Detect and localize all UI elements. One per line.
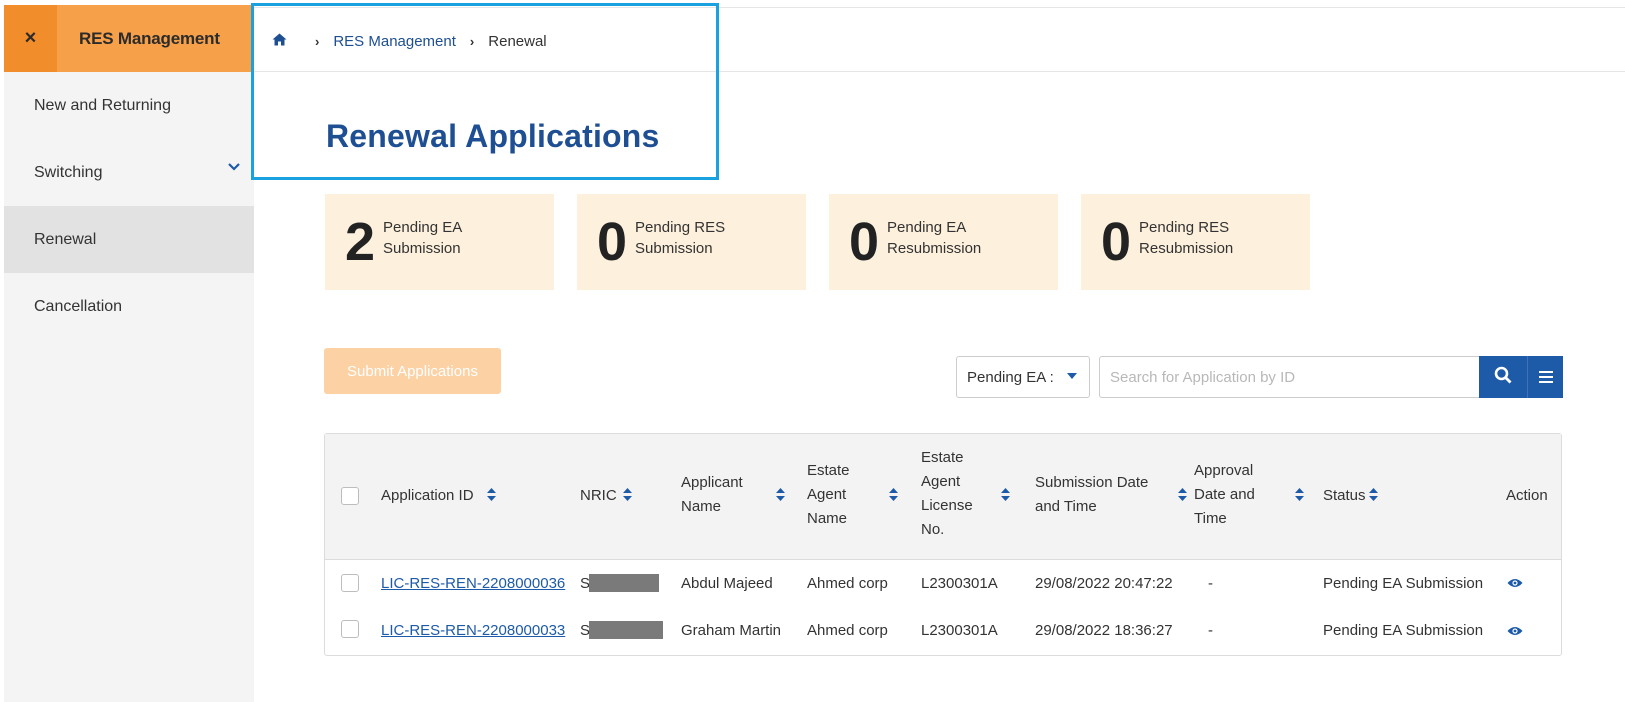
sort-icon[interactable] <box>487 488 496 504</box>
header-line: Date and <box>1194 486 1255 503</box>
search-button[interactable] <box>1479 356 1527 398</box>
approval-date-cell: - <box>1208 622 1213 639</box>
row-checkbox[interactable] <box>341 620 359 638</box>
sidebar-item-label: Switching <box>34 163 103 181</box>
header-line: License <box>921 497 973 514</box>
stat-label: Pending EA Resubmission <box>887 217 981 259</box>
column-header-submission-date[interactable]: Submission Date and Time <box>1035 471 1148 519</box>
stat-count: 0 <box>1101 212 1132 272</box>
stat-label-line1: Pending RES <box>635 219 726 236</box>
application-id-link[interactable]: LIC-RES-REN-2208000033 <box>381 622 565 639</box>
header-line: Name <box>681 498 722 515</box>
submit-applications-button[interactable]: Submit Applications <box>324 348 501 394</box>
header-line: Applicant <box>681 474 743 491</box>
applications-table: Application ID NRIC Applicant Name Estate… <box>324 433 1562 656</box>
sidebar-item-cancellation[interactable]: Cancellation <box>4 273 254 340</box>
header-line: and Time <box>1035 498 1097 515</box>
menu-button[interactable] <box>1527 356 1563 398</box>
header-line: Agent <box>921 473 961 490</box>
stat-label-line1: Pending EA <box>383 219 463 236</box>
header-line: No. <box>921 521 945 538</box>
sidebar-item-switching[interactable]: Switching <box>4 139 254 206</box>
sidebar-item-label: New and Returning <box>34 96 171 114</box>
sidebar-title: RES Management <box>79 28 220 48</box>
header-line: Name <box>807 510 848 527</box>
sidebar-item-renewal[interactable]: Renewal <box>4 206 254 273</box>
stat-card-pending-ea-resubmission[interactable]: 0 Pending EA Resubmission <box>829 194 1058 290</box>
status-cell: Pending EA Submission <box>1323 575 1484 592</box>
stat-label-line2: Resubmission <box>887 240 982 257</box>
sidebar: × RES Management New and Returning Switc… <box>4 5 254 702</box>
stat-count: 2 <box>345 212 376 272</box>
status-filter-value: Pending EA : <box>967 368 1054 386</box>
stat-count: 0 <box>849 212 880 272</box>
close-icon[interactable]: × <box>4 5 57 72</box>
header-line: Estate <box>807 462 850 479</box>
page-title: Renewal Applications <box>326 118 660 154</box>
header-line: Approval <box>1194 462 1254 479</box>
license-cell: L2300301A <box>921 622 998 639</box>
stat-label: Pending RES Submission <box>635 217 725 259</box>
view-eye-icon[interactable] <box>1507 624 1523 640</box>
sidebar-header: × RES Management <box>4 5 254 72</box>
submission-date-cell: 29/08/2022 20:47:22 <box>1035 575 1173 592</box>
sidebar-item-label: Renewal <box>34 230 97 248</box>
stat-label-line2: Submission <box>635 240 713 257</box>
column-header-status[interactable]: Status <box>1323 484 1366 508</box>
sidebar-item-new-and-returning[interactable]: New and Returning <box>4 72 254 139</box>
nric-redaction <box>589 621 663 639</box>
column-header-application-id[interactable]: Application ID <box>381 484 474 508</box>
sort-icon[interactable] <box>1295 488 1304 504</box>
sort-icon[interactable] <box>776 488 785 504</box>
column-header-approval-date[interactable]: Approval Date and Time <box>1194 459 1255 531</box>
column-header-estate-agent-license[interactable]: Estate Agent License No. <box>921 446 973 542</box>
header-line: Submission Date <box>1035 474 1149 491</box>
stat-label-line1: Pending EA <box>887 219 967 236</box>
stat-label: Pending EA Submission <box>383 217 462 259</box>
stat-card-pending-res-resubmission[interactable]: 0 Pending RES Resubmission <box>1081 194 1310 290</box>
column-header-applicant-name[interactable]: Applicant Name <box>681 471 743 519</box>
search-icon <box>1494 366 1512 389</box>
sidebar-item-label: Cancellation <box>34 297 123 315</box>
column-header-nric[interactable]: NRIC <box>580 484 617 508</box>
license-cell: L2300301A <box>921 575 998 592</box>
sort-icon[interactable] <box>1178 488 1187 504</box>
stat-label: Pending RES Resubmission <box>1139 217 1233 259</box>
stat-label-line2: Submission <box>383 240 461 257</box>
search-input[interactable] <box>1099 356 1479 398</box>
chevron-down-icon[interactable] <box>228 159 240 175</box>
sort-icon[interactable] <box>1369 488 1378 504</box>
estate-agent-name-cell: Ahmed corp <box>807 622 888 639</box>
caret-down-icon <box>1067 371 1077 383</box>
stat-label-line2: Resubmission <box>1139 240 1234 257</box>
sort-icon[interactable] <box>889 488 898 504</box>
table-header: Application ID NRIC Applicant Name Estate… <box>325 434 1561 560</box>
header-line: Agent <box>807 486 847 503</box>
stat-card-pending-res-submission[interactable]: 0 Pending RES Submission <box>577 194 806 290</box>
stat-count: 0 <box>597 212 628 272</box>
submission-date-cell: 29/08/2022 18:36:27 <box>1035 622 1173 639</box>
column-header-action: Action <box>1506 487 1548 504</box>
status-filter-select[interactable]: Pending EA : <box>956 356 1090 398</box>
stat-card-pending-ea-submission[interactable]: 2 Pending EA Submission <box>325 194 554 290</box>
stat-label-line1: Pending RES <box>1139 219 1230 236</box>
status-cell: Pending EA Submission <box>1323 622 1484 639</box>
select-all-checkbox[interactable] <box>341 487 359 505</box>
sort-icon[interactable] <box>1001 488 1010 504</box>
estate-agent-name-cell: Ahmed corp <box>807 575 888 592</box>
application-id-link[interactable]: LIC-RES-REN-2208000036 <box>381 575 565 592</box>
view-eye-icon[interactable] <box>1507 576 1523 592</box>
approval-date-cell: - <box>1208 575 1213 592</box>
applicant-name-cell: Graham Martin <box>681 622 782 639</box>
column-header-estate-agent-name[interactable]: Estate Agent Name <box>807 459 850 531</box>
applicant-name-cell: Abdul Majeed <box>681 575 773 592</box>
menu-icon <box>1538 367 1553 388</box>
row-checkbox[interactable] <box>341 574 359 592</box>
sort-icon[interactable] <box>623 488 632 504</box>
header-line: Estate <box>921 449 964 466</box>
nric-redaction <box>589 574 659 592</box>
header-line: Time <box>1194 510 1227 527</box>
